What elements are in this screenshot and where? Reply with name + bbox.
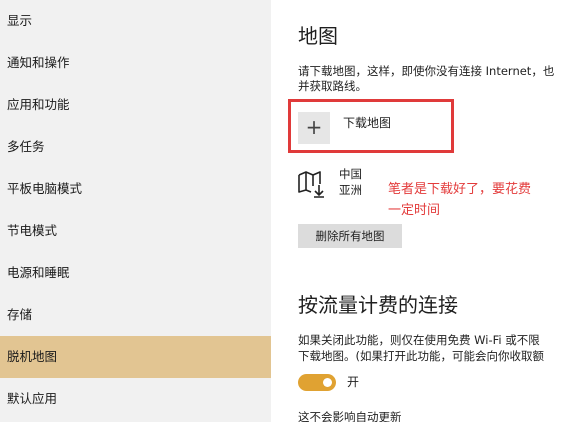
maps-description-line1: 请下载地图，这样，即使你没有连接 Internet，也 — [298, 64, 555, 78]
sidebar-item-tablet-mode[interactable]: 平板电脑模式 — [0, 168, 271, 210]
delete-all-maps-button[interactable]: 删除所有地图 — [298, 224, 402, 248]
highlight-box — [288, 99, 454, 153]
settings-sidebar: 显示 通知和操作 应用和功能 多任务 平板电脑模式 节电模式 电源和睡眠 存储 … — [0, 0, 271, 422]
offline-maps-panel: 地图 请下载地图，这样，即使你没有连接 Internet，也 并获取路线。 + … — [271, 0, 585, 422]
sidebar-item-power-sleep[interactable]: 电源和睡眠 — [0, 252, 271, 294]
metered-connections-title: 按流量计费的连接 — [298, 293, 458, 317]
annotation-note-line2: 一定时间 — [388, 203, 441, 218]
toggle-knob — [323, 378, 332, 387]
page-title: 地图 — [298, 24, 338, 48]
sidebar-item-offline-maps[interactable]: 脱机地图 — [0, 336, 271, 378]
maps-description-line2: 并获取路线。 — [298, 79, 367, 93]
metered-toggle[interactable] — [298, 374, 336, 391]
annotation-note-line1: 笔者是下载好了，要花费 — [388, 182, 532, 197]
map-download-icon — [298, 171, 324, 198]
toggle-state-label: 开 — [347, 375, 360, 389]
sidebar-item-apps-features[interactable]: 应用和功能 — [0, 84, 271, 126]
sidebar-item-notifications[interactable]: 通知和操作 — [0, 42, 271, 84]
map-subregion: 亚洲 — [339, 183, 362, 197]
auto-update-note: 这不会影响自动更新 — [298, 410, 402, 422]
metered-description-line2: 下载地图。(如果打开此功能，可能会向你收取额 — [298, 349, 544, 363]
sidebar-item-battery-saver[interactable]: 节电模式 — [0, 210, 271, 252]
sidebar-item-multitasking[interactable]: 多任务 — [0, 126, 271, 168]
metered-description-line1: 如果关闭此功能，则仅在使用免费 Wi-Fi 或不限 — [298, 333, 540, 347]
sidebar-item-default-apps[interactable]: 默认应用 — [0, 378, 271, 420]
sidebar-item-storage[interactable]: 存储 — [0, 294, 271, 336]
sidebar-item-display[interactable]: 显示 — [0, 0, 271, 42]
map-region[interactable]: 中国 — [339, 166, 362, 182]
